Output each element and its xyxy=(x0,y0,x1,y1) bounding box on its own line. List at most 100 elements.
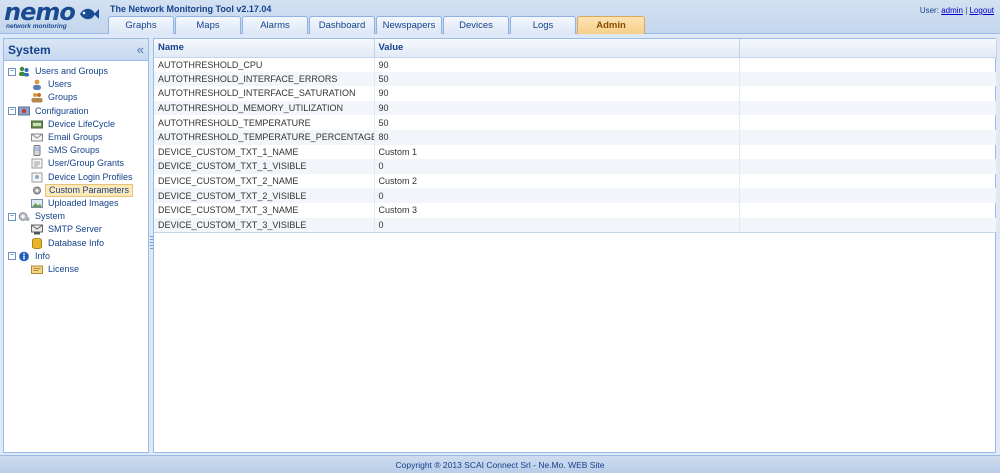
tree-node-uploaded-images[interactable]: Uploaded Images xyxy=(4,197,148,210)
cell-value: 50 xyxy=(374,71,740,87)
system-icon xyxy=(18,211,30,222)
cell-value: Custom 3 xyxy=(374,202,740,218)
column-header-filler xyxy=(739,39,997,58)
tab-graphs[interactable]: Graphs xyxy=(108,16,174,34)
cell-value: 0 xyxy=(374,159,740,174)
tab-dashboard[interactable]: Dashboard xyxy=(309,16,375,34)
fish-icon xyxy=(80,8,99,20)
lifecycle-icon xyxy=(31,119,43,130)
logout-link[interactable]: Logout xyxy=(970,6,994,15)
tab-logs[interactable]: Logs xyxy=(510,16,576,34)
system-tree: − Users and Groups Users Groups − Config… xyxy=(4,61,148,276)
cell-name: DEVICE_CUSTOM_TXT_2_NAME xyxy=(154,173,375,189)
table-row[interactable]: DEVICE_CUSTOM_TXT_3_VISIBLE 0 xyxy=(154,217,997,233)
custom-parameters-icon xyxy=(31,185,43,196)
collapse-toggle-icon[interactable]: − xyxy=(8,212,16,221)
cell-value: 90 xyxy=(374,100,740,116)
tree-node-smtp-server[interactable]: SMTP Server xyxy=(4,223,148,236)
user-area: User: admin | Logout xyxy=(920,6,994,15)
cell-name: DEVICE_CUSTOM_TXT_3_VISIBLE xyxy=(154,217,375,233)
tree-node-device-login-profiles[interactable]: Device Login Profiles xyxy=(4,171,148,184)
parameters-table: Name Value AUTOTHRESHOLD_CPU 90 AUTOTHRES… xyxy=(154,39,997,233)
custom-parameters-grid: Name Value AUTOTHRESHOLD_CPU 90 AUTOTHRES… xyxy=(153,38,997,453)
cell-name: DEVICE_CUSTOM_TXT_1_NAME xyxy=(154,144,375,160)
login-profile-icon xyxy=(31,172,43,183)
tab-alarms[interactable]: Alarms xyxy=(242,16,308,34)
cell-name: AUTOTHRESHOLD_TEMPERATURE_PERCENTAGE xyxy=(154,129,375,145)
cell-value: 50 xyxy=(374,115,740,130)
cell-name: AUTOTHRESHOLD_TEMPERATURE xyxy=(154,115,375,130)
tree-node-device-lifecycle[interactable]: Device LifeCycle xyxy=(4,118,148,131)
nemo-logo[interactable]: nemo network monitoring xyxy=(4,0,102,32)
table-header-row: Name Value xyxy=(154,39,997,58)
table-row[interactable]: AUTOTHRESHOLD_CPU 90 xyxy=(154,57,997,72)
cell-name: AUTOTHRESHOLD_CPU xyxy=(154,57,375,72)
cell-value: Custom 2 xyxy=(374,173,740,189)
tree-node-users[interactable]: Users xyxy=(4,78,148,91)
main-tabs: Graphs Maps Alarms Dashboard Newspapers … xyxy=(108,16,646,34)
tab-newspapers[interactable]: Newspapers xyxy=(376,16,442,34)
tab-maps[interactable]: Maps xyxy=(175,16,241,34)
table-row[interactable]: AUTOTHRESHOLD_INTERFACE_ERRORS 50 xyxy=(154,71,997,87)
logo-subtitle: network monitoring xyxy=(6,23,67,30)
footer: Copyright ® 2013 SCAI Connect Srl - Ne.M… xyxy=(0,455,1000,473)
table-row[interactable]: AUTOTHRESHOLD_INTERFACE_SATURATION 90 xyxy=(154,86,997,101)
users-groups-icon xyxy=(18,66,30,77)
tab-devices[interactable]: Devices xyxy=(443,16,509,34)
sms-icon xyxy=(31,145,43,157)
table-row[interactable]: AUTOTHRESHOLD_TEMPERATURE 50 xyxy=(154,115,997,130)
username-link[interactable]: admin xyxy=(941,6,963,15)
tree-node-license[interactable]: License xyxy=(4,263,148,276)
info-icon xyxy=(18,251,30,262)
tree-node-info[interactable]: − Info xyxy=(4,250,148,263)
collapse-panel-icon[interactable]: « xyxy=(137,42,144,57)
tree-node-groups[interactable]: Groups xyxy=(4,91,148,104)
group-icon xyxy=(31,92,43,103)
tab-admin[interactable]: Admin xyxy=(577,16,645,34)
cell-name: DEVICE_CUSTOM_TXT_2_VISIBLE xyxy=(154,188,375,203)
cell-value: 80 xyxy=(374,129,740,145)
cell-value: Custom 1 xyxy=(374,144,740,160)
table-row[interactable]: DEVICE_CUSTOM_TXT_1_NAME Custom 1 xyxy=(154,144,997,160)
images-icon xyxy=(31,198,43,209)
user-icon xyxy=(31,79,43,91)
app-title: The Network Monitoring Tool v2.17.04 xyxy=(110,4,272,14)
configuration-icon xyxy=(18,106,30,117)
database-icon xyxy=(31,237,43,249)
tree-node-custom-parameters[interactable]: Custom Parameters xyxy=(4,183,148,197)
collapse-toggle-icon[interactable]: − xyxy=(8,67,16,76)
cell-value: 0 xyxy=(374,188,740,203)
tree-node-user-group-grants[interactable]: User/Group Grants xyxy=(4,157,148,170)
table-row[interactable]: DEVICE_CUSTOM_TXT_2_NAME Custom 2 xyxy=(154,173,997,189)
tree-node-sms-groups[interactable]: SMS Groups xyxy=(4,144,148,157)
collapse-toggle-icon[interactable]: − xyxy=(8,252,16,261)
table-row[interactable]: AUTOTHRESHOLD_MEMORY_UTILIZATION 90 xyxy=(154,100,997,116)
license-icon xyxy=(31,264,43,275)
tree-node-database-info[interactable]: Database Info xyxy=(4,236,148,249)
tree-node-users-and-groups[interactable]: − Users and Groups xyxy=(4,65,148,78)
cell-value: 90 xyxy=(374,86,740,101)
tree-node-system[interactable]: − System xyxy=(4,210,148,223)
user-prefix: User: xyxy=(919,6,939,15)
cell-value: 0 xyxy=(374,217,740,233)
system-panel: System « − Users and Groups Users Groups… xyxy=(3,38,149,453)
email-icon xyxy=(31,132,43,143)
tree-node-email-groups[interactable]: Email Groups xyxy=(4,131,148,144)
table-row[interactable]: DEVICE_CUSTOM_TXT_2_VISIBLE 0 xyxy=(154,188,997,203)
table-row[interactable]: AUTOTHRESHOLD_TEMPERATURE_PERCENTAGE 80 xyxy=(154,129,997,145)
user-separator: | xyxy=(965,6,968,15)
cell-value: 90 xyxy=(374,57,740,72)
cell-name: DEVICE_CUSTOM_TXT_1_VISIBLE xyxy=(154,159,375,174)
table-row[interactable]: DEVICE_CUSTOM_TXT_3_NAME Custom 3 xyxy=(154,202,997,218)
cell-name: DEVICE_CUSTOM_TXT_3_NAME xyxy=(154,202,375,218)
column-header-name[interactable]: Name xyxy=(154,39,375,58)
smtp-icon xyxy=(31,224,43,235)
grants-icon xyxy=(31,158,43,169)
tree-node-configuration[interactable]: − Configuration xyxy=(4,105,148,118)
app-header: nemo network monitoring The Network Moni… xyxy=(0,0,1000,34)
system-panel-header: System « xyxy=(4,39,148,61)
table-row[interactable]: DEVICE_CUSTOM_TXT_1_VISIBLE 0 xyxy=(154,159,997,174)
cell-name: AUTOTHRESHOLD_INTERFACE_ERRORS xyxy=(154,71,375,87)
collapse-toggle-icon[interactable]: − xyxy=(8,107,16,116)
column-header-value[interactable]: Value xyxy=(374,39,740,58)
